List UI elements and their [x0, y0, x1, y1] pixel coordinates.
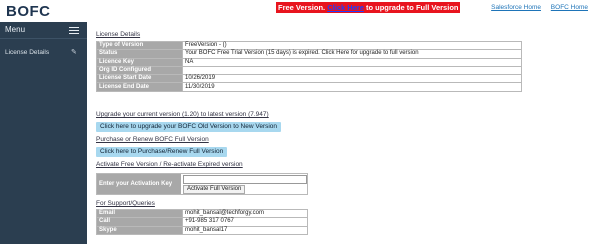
top-bar: BOFC Free Version. Click Here to upgrade… — [0, 0, 600, 22]
row-key: Org ID Configured — [96, 65, 183, 76]
license-table: Type of Version FreeVersion - () Status Yo… — [96, 40, 522, 92]
banner-suffix: to upgrade to Full Version — [363, 3, 459, 12]
hamburger-icon[interactable] — [69, 27, 79, 35]
activate-full-version-button[interactable]: Activate Full Version — [183, 185, 246, 194]
row-value: 10/26/2019 — [182, 74, 522, 84]
row-value: Your BOFC Free Trial Version (15 days) i… — [182, 49, 522, 59]
sidebar-item-license-details[interactable]: License Details — [5, 49, 49, 56]
row-key: Status — [96, 49, 183, 59]
sidebar: Menu License Details ✎ — [0, 22, 87, 244]
phone-value: +91-985 317 0767 — [182, 217, 308, 227]
license-details-title: License Details — [96, 31, 141, 38]
activation-key-input[interactable] — [183, 175, 307, 184]
table-row: Type of Version FreeVersion - () — [96, 40, 522, 51]
support-table: Email mohit_bansal@techforgy.com Call +91-… — [96, 208, 308, 235]
activation-key-label: Enter your Activation Key — [97, 174, 181, 194]
row-value: 11/30/2019 — [182, 82, 522, 92]
row-value — [182, 65, 522, 76]
banner-click-here-link[interactable]: Click Here — [327, 3, 364, 12]
bofc-home-link[interactable]: BOFC Home — [551, 4, 588, 11]
salesforce-home-link[interactable]: Salesforce Home — [491, 4, 541, 11]
row-value: FreeVersion - () — [182, 40, 522, 51]
activation-box: Enter your Activation Key Activate Full … — [96, 173, 308, 195]
email-value: mohit_bansal@techforgy.com — [182, 208, 308, 219]
table-row: Status Your BOFC Free Trial Version (15 d… — [96, 49, 522, 59]
banner-prefix: Free Version. — [278, 3, 328, 12]
skype-value: mohit_bansal17 — [182, 225, 308, 235]
row-key: License End Date — [96, 82, 183, 92]
row-value: NA — [182, 57, 522, 67]
purchase-renew-button[interactable]: Click here to Purchase/Renew Full Versio… — [96, 147, 228, 157]
menu-label: Menu — [5, 25, 26, 34]
pencil-icon[interactable]: ✎ — [71, 48, 77, 56]
top-links: Salesforce Home BOFC Home — [483, 4, 588, 11]
upgrade-banner: Free Version. Click Here to upgrade to F… — [276, 2, 461, 13]
table-row: License Start Date 10/26/2019 — [96, 74, 522, 84]
purchase-title: Purchase or Renew BOFC Full Version — [96, 136, 209, 143]
table-row: License End Date 11/30/2019 — [96, 82, 522, 92]
row-key: License Start Date — [96, 74, 183, 84]
row-key: Skype — [96, 225, 183, 235]
row-key: Email — [96, 208, 183, 219]
upgrade-title: Upgrade your current version (1.20) to l… — [96, 111, 269, 118]
row-key: Type of Version — [96, 40, 183, 51]
table-row: Org ID Configured — [96, 65, 522, 76]
table-row: Skype mohit_bansal17 — [96, 225, 308, 235]
activate-title: Activate Free Version / Re-activate Expi… — [96, 161, 243, 168]
upgrade-version-button[interactable]: Click here to upgrade your BOFC Old Vers… — [96, 122, 282, 132]
support-title: For Support/Queries — [96, 200, 155, 207]
table-row: Licence Key NA — [96, 57, 522, 67]
table-row: Call +91-985 317 0767 — [96, 217, 308, 227]
row-key: Call — [96, 217, 183, 227]
menu-header: Menu — [0, 22, 87, 39]
table-row: Email mohit_bansal@techforgy.com — [96, 208, 308, 219]
brand-logo: BOFC — [6, 3, 51, 20]
row-key: Licence Key — [96, 57, 183, 67]
